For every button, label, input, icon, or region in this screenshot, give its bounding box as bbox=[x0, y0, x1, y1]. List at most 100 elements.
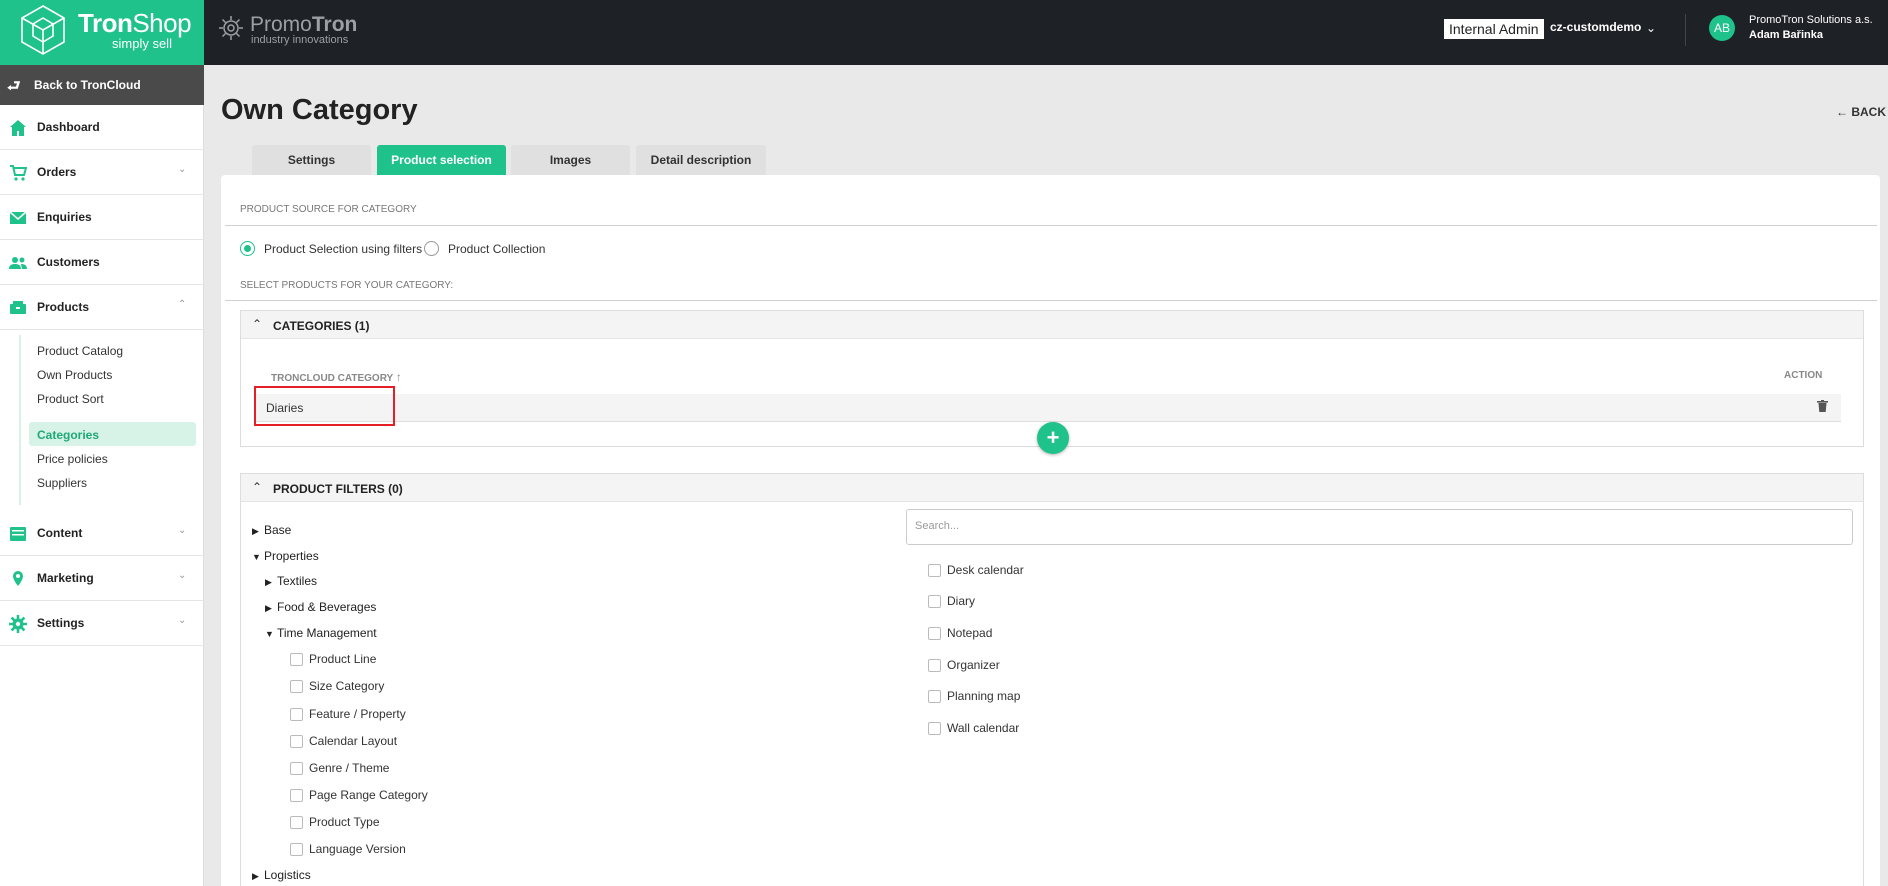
sidebar-item-price-policies[interactable]: Price policies bbox=[29, 446, 196, 470]
sidebar-item-content[interactable]: Content ⌄ bbox=[0, 511, 204, 556]
mail-icon bbox=[9, 211, 27, 224]
filter-label[interactable]: Language Version bbox=[309, 842, 406, 856]
checkbox[interactable] bbox=[290, 680, 303, 693]
checkbox[interactable] bbox=[290, 653, 303, 666]
checkbox[interactable] bbox=[290, 762, 303, 775]
filter-label[interactable]: Size Category bbox=[309, 679, 384, 693]
sidebar-item-product-catalog[interactable]: Product Catalog bbox=[29, 338, 196, 362]
caret-right-icon: ▶ bbox=[265, 577, 272, 587]
filter-label[interactable]: Product Type bbox=[309, 815, 380, 829]
tab-images[interactable]: Images bbox=[511, 145, 630, 175]
filter-label[interactable]: Page Range Category bbox=[309, 788, 428, 802]
sidebar-item-orders[interactable]: Orders ⌄ bbox=[0, 150, 204, 195]
sidebar-item-suppliers[interactable]: Suppliers bbox=[29, 470, 196, 494]
back-to-troncloud-button[interactable]: ⮐ Back to TronCloud bbox=[0, 65, 204, 105]
sidebar-item-products[interactable]: Products ⌃ bbox=[0, 285, 204, 330]
value-label[interactable]: Organizer bbox=[947, 658, 1000, 672]
add-category-button[interactable]: + bbox=[1037, 422, 1069, 454]
col-header-category[interactable]: TRONCLOUD CATEGORY ↑ bbox=[271, 370, 402, 384]
tree-node-logistics[interactable]: ▶ Logistics bbox=[252, 868, 311, 882]
tree-node-base[interactable]: ▶ Base bbox=[252, 523, 291, 537]
categories-panel-header[interactable]: ⌃ CATEGORIES (1) bbox=[241, 311, 1863, 339]
sidebar-item-marketing[interactable]: Marketing ⌄ bbox=[0, 556, 204, 601]
gear-icon bbox=[9, 615, 27, 633]
radio-filters-label[interactable]: Product Selection using filters bbox=[264, 242, 422, 256]
sidebar-item-customers[interactable]: Customers bbox=[0, 240, 204, 285]
filter-label[interactable]: Product Line bbox=[309, 652, 376, 666]
role-badge: Internal Admin bbox=[1444, 19, 1544, 39]
brand-logo[interactable]: TronShop simply sell bbox=[0, 0, 204, 65]
user-name[interactable]: Adam Bařinka bbox=[1749, 29, 1823, 41]
value-label[interactable]: Notepad bbox=[947, 626, 992, 640]
caret-right-icon: ▶ bbox=[265, 603, 272, 613]
tab-product-selection[interactable]: Product selection bbox=[377, 145, 506, 175]
sort-up-icon: ↑ bbox=[395, 370, 402, 384]
tree-node-time-management[interactable]: ▼ Time Management bbox=[265, 626, 377, 640]
checkbox[interactable] bbox=[928, 659, 941, 672]
checkbox[interactable] bbox=[928, 627, 941, 640]
tree-node-food-beverages[interactable]: ▶ Food & Beverages bbox=[265, 600, 376, 614]
cube-logo-icon bbox=[21, 5, 65, 55]
sidebar-item-product-sort[interactable]: Product Sort bbox=[29, 386, 196, 410]
pin-icon bbox=[13, 571, 23, 586]
value-label[interactable]: Desk calendar bbox=[947, 563, 1024, 577]
checkbox[interactable] bbox=[928, 690, 941, 703]
divider bbox=[225, 300, 1877, 301]
chevron-up-icon: ⌃ bbox=[252, 480, 263, 494]
checkbox[interactable] bbox=[928, 722, 941, 735]
checkbox[interactable] bbox=[928, 595, 941, 608]
tree-node-properties[interactable]: ▼ Properties bbox=[252, 549, 319, 563]
chevron-up-icon: ⌃ bbox=[178, 299, 187, 310]
chevron-down-icon: ⌄ bbox=[178, 570, 187, 581]
back-link[interactable]: ← BACK bbox=[1836, 105, 1886, 119]
sidebar-item-own-products[interactable]: Own Products bbox=[29, 362, 196, 386]
sidebar-item-enquiries[interactable]: Enquiries bbox=[0, 195, 204, 240]
checkbox[interactable] bbox=[290, 816, 303, 829]
divider bbox=[1685, 14, 1686, 46]
partner-tagline: industry innovations bbox=[251, 34, 349, 46]
promotron-gear-icon bbox=[219, 16, 243, 40]
top-bar: TronShop simply sell PromoTron industry … bbox=[0, 0, 1888, 65]
divider bbox=[225, 225, 1877, 226]
radio-filters[interactable] bbox=[240, 241, 255, 256]
company-name: PromoTron Solutions a.s. bbox=[1749, 14, 1873, 26]
subnav-line bbox=[19, 335, 21, 505]
trash-icon[interactable] bbox=[1817, 400, 1828, 412]
checkbox[interactable] bbox=[290, 789, 303, 802]
back-arrow-icon: ← bbox=[1836, 105, 1852, 119]
tab-detail-description[interactable]: Detail description bbox=[636, 145, 766, 175]
chevron-down-icon: ⌄ bbox=[178, 525, 187, 536]
chevron-down-icon[interactable]: ⌄ bbox=[1646, 21, 1656, 35]
checkbox[interactable] bbox=[290, 735, 303, 748]
tab-settings[interactable]: Settings bbox=[252, 145, 371, 175]
checkbox[interactable] bbox=[290, 843, 303, 856]
chevron-down-icon: ⌄ bbox=[178, 164, 187, 175]
filters-panel-header[interactable]: ⌃ PRODUCT FILTERS (0) bbox=[241, 474, 1863, 502]
sidebar-item-dashboard[interactable]: Dashboard bbox=[0, 105, 204, 150]
users-icon bbox=[9, 257, 27, 269]
value-label[interactable]: Planning map bbox=[947, 689, 1020, 703]
brand-name: TronShop bbox=[78, 8, 192, 38]
radio-collection[interactable] bbox=[424, 241, 439, 256]
back-arrow-icon: ⮐ bbox=[7, 78, 21, 95]
sidebar-item-categories[interactable]: Categories bbox=[29, 422, 196, 446]
filter-label[interactable]: Calendar Layout bbox=[309, 734, 397, 748]
chevron-up-icon: ⌃ bbox=[252, 317, 263, 331]
radio-collection-label[interactable]: Product Collection bbox=[448, 242, 545, 256]
filter-label[interactable]: Feature / Property bbox=[309, 707, 406, 721]
tenant-selector[interactable]: cz-customdemo bbox=[1550, 20, 1641, 34]
avatar[interactable]: AB bbox=[1709, 15, 1735, 41]
chevron-down-icon: ⌄ bbox=[178, 615, 187, 626]
search-input[interactable]: Search... bbox=[906, 509, 1853, 545]
sidebar-item-settings[interactable]: Settings ⌄ bbox=[0, 601, 204, 646]
content-icon bbox=[10, 527, 26, 541]
sidebar: ⮐ Back to TronCloud Dashboard Orders ⌄ E… bbox=[0, 65, 204, 886]
caret-down-icon: ▼ bbox=[252, 552, 261, 562]
checkbox[interactable] bbox=[928, 564, 941, 577]
page-title: Own Category bbox=[221, 94, 418, 126]
checkbox[interactable] bbox=[290, 708, 303, 721]
tree-node-textiles[interactable]: ▶ Textiles bbox=[265, 574, 317, 588]
value-label[interactable]: Wall calendar bbox=[947, 721, 1019, 735]
value-label[interactable]: Diary bbox=[947, 594, 975, 608]
filter-label[interactable]: Genre / Theme bbox=[309, 761, 389, 775]
